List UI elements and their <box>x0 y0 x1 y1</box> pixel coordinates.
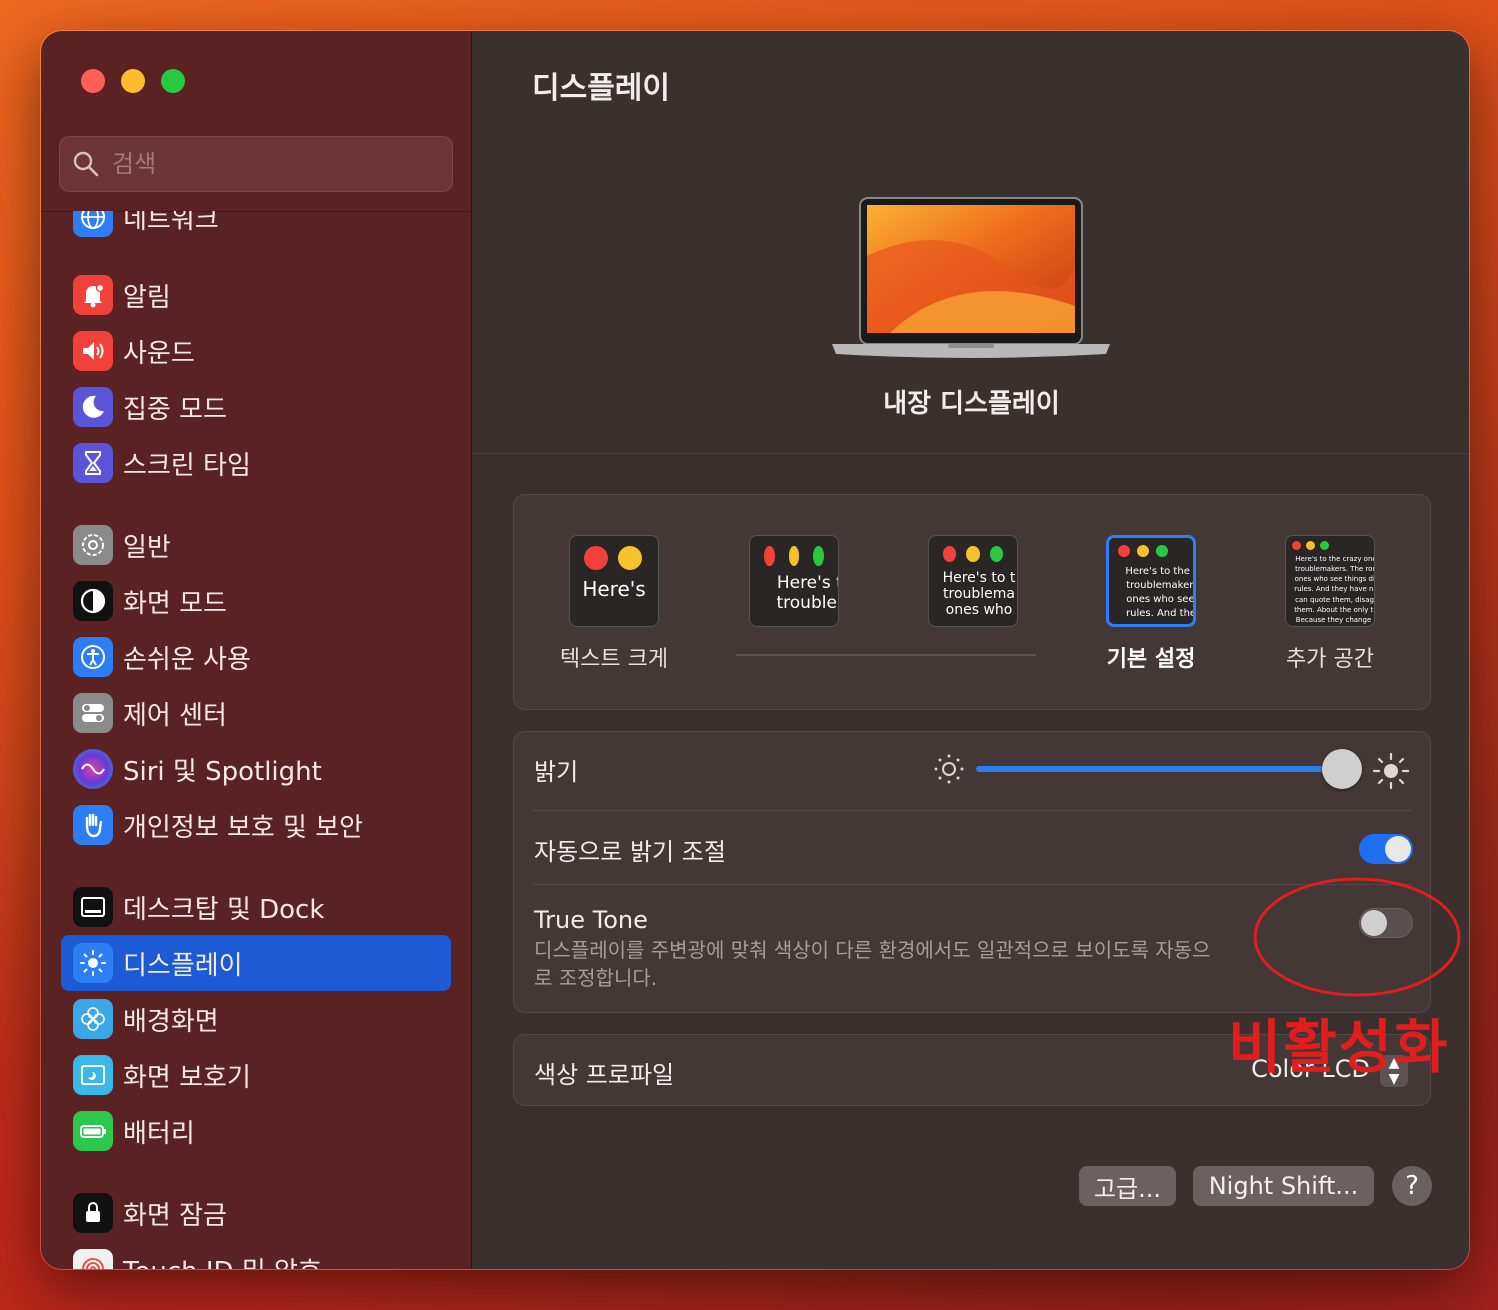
annotation-ellipse <box>1253 877 1461 997</box>
resolution-option-default[interactable]: Here's to the cr troublemakers. ones who… <box>1066 535 1236 673</box>
page-title: 디스플레이 <box>532 71 670 106</box>
sidebar-item-label: 알림 <box>123 282 171 313</box>
sidebar-item-label: 스크린 타임 <box>123 450 251 481</box>
speaker-icon <box>73 331 113 371</box>
sidebar-item-control-center[interactable]: 제어 센터 <box>61 685 451 741</box>
sidebar-item-general[interactable]: 일반 <box>61 517 451 573</box>
brightness-slider-knob[interactable] <box>1322 749 1362 789</box>
fingerprint-icon <box>73 1249 113 1269</box>
settings-window: 네트워크 알림 사운드 집중 모드 <box>40 30 1470 1270</box>
lock-icon <box>73 1193 113 1233</box>
sidebar-item-screen-time[interactable]: 스크린 타임 <box>61 435 451 491</box>
sidebar-item-accessibility[interactable]: 손쉬운 사용 <box>61 629 451 685</box>
sidebar-item-touch-id[interactable]: Touch ID 및 암호 <box>61 1241 451 1270</box>
sidebar-item-label: 개인정보 보호 및 보안 <box>123 812 364 843</box>
sidebar-item-label: 디스플레이 <box>123 950 243 981</box>
sidebar-item-label: Siri 및 Spotlight <box>123 756 322 787</box>
night-shift-button[interactable]: Night Shift... <box>1193 1166 1374 1206</box>
sidebar-item-network[interactable]: 네트워크 <box>61 211 451 245</box>
laptop-icon[interactable] <box>830 196 1112 366</box>
hourglass-icon <box>73 443 113 483</box>
sidebar-item-label: Touch ID 및 암호 <box>123 1251 322 1270</box>
resolution-option-3[interactable]: Here's to t troublema ones who <box>888 535 1058 627</box>
resolution-preview: Here's to troublem <box>749 535 839 627</box>
resolution-preview: Here's <box>569 535 659 627</box>
annotation-label: 비활성화 <box>1228 1013 1450 1081</box>
brightness-low-icon <box>934 754 964 784</box>
sidebar-item-sound[interactable]: 사운드 <box>61 323 451 379</box>
search-box[interactable] <box>59 136 453 192</box>
resolution-panel: Here's 텍스트 크게 Here's to troublem Here's … <box>513 494 1431 710</box>
display-name[interactable]: 내장 디스플레이 <box>472 383 1469 420</box>
sidebar-item-label: 집중 모드 <box>123 394 227 425</box>
sidebar-item-battery[interactable]: 배터리 <box>61 1103 451 1159</box>
gear-icon <box>73 525 113 565</box>
sidebar-item-label: 네트워크 <box>123 211 219 235</box>
sidebar-item-label: 데스크탑 및 Dock <box>123 894 325 925</box>
zoom-button[interactable] <box>161 69 185 93</box>
display-hero: 디스플레이 내장 디스플레이 <box>472 31 1469 454</box>
appearance-icon <box>73 581 113 621</box>
globe-icon <box>73 211 113 237</box>
true-tone-label: True Tone <box>534 906 648 934</box>
sidebar-item-label: 손쉬운 사용 <box>123 644 251 675</box>
sidebar-item-label: 화면 잠금 <box>123 1200 227 1231</box>
advanced-button[interactable]: 고급... <box>1079 1166 1176 1206</box>
auto-brightness-label: 자동으로 밝기 조절 <box>534 838 726 866</box>
sidebar-item-appearance[interactable]: 화면 모드 <box>61 573 451 629</box>
true-tone-description: 디스플레이를 주변광에 맞춰 색상이 다른 환경에서도 일관적으로 보이도록 자… <box>534 938 1211 990</box>
sidebar-item-label: 사운드 <box>123 338 195 369</box>
moon-icon <box>73 387 113 427</box>
resolution-option-larger-text[interactable]: Here's 텍스트 크게 <box>529 535 699 673</box>
sidebar-item-label: 제어 센터 <box>123 700 227 731</box>
sidebar-item-wallpaper[interactable]: 배경화면 <box>61 991 451 1047</box>
resolution-track <box>736 654 1036 656</box>
row-divider <box>532 810 1412 811</box>
dock-icon <box>73 887 113 927</box>
hand-icon <box>73 805 113 845</box>
sidebar-item-label: 배경화면 <box>123 1006 219 1037</box>
search-icon <box>73 151 99 177</box>
sidebar-list: 네트워크 알림 사운드 집중 모드 스크린 타임 일반 화면 모드 손쉬운 사용… <box>41 211 472 1270</box>
brightness-label: 밝기 <box>534 758 579 786</box>
sidebar-item-privacy[interactable]: 개인정보 보호 및 보안 <box>61 797 451 853</box>
resolution-option-more-space[interactable]: Here's to the crazy one troublemakers. T… <box>1245 535 1415 673</box>
window-controls <box>81 69 185 93</box>
resolution-preview: Here's to the cr troublemakers. ones who… <box>1106 535 1196 627</box>
resolution-preview: Here's to t troublema ones who <box>928 535 1018 627</box>
resolution-preview: Here's to the crazy one troublemakers. T… <box>1285 535 1375 627</box>
auto-brightness-toggle[interactable] <box>1359 834 1413 864</box>
minimize-button[interactable] <box>121 69 145 93</box>
help-button[interactable]: ? <box>1392 1166 1432 1206</box>
accessibility-icon <box>73 637 113 677</box>
sidebar-item-displays[interactable]: 디스플레이 <box>61 935 451 991</box>
sidebar-item-lock-screen[interactable]: 화면 잠금 <box>61 1185 451 1241</box>
battery-icon <box>73 1111 113 1151</box>
brightness-slider-track[interactable] <box>976 766 1336 772</box>
bell-icon <box>73 275 113 315</box>
sidebar-item-label: 화면 보호기 <box>123 1062 251 1093</box>
resolution-option-2[interactable]: Here's to troublem <box>709 535 879 627</box>
sidebar: 네트워크 알림 사운드 집중 모드 <box>41 31 472 1269</box>
sidebar-item-notifications[interactable]: 알림 <box>61 267 451 323</box>
flower-icon <box>73 999 113 1039</box>
sidebar-item-label: 화면 모드 <box>123 588 227 619</box>
sidebar-item-focus[interactable]: 집중 모드 <box>61 379 451 435</box>
sidebar-item-label: 배터리 <box>123 1118 195 1149</box>
color-profile-label: 색상 프로파일 <box>534 1061 675 1089</box>
close-button[interactable] <box>81 69 105 93</box>
sun-icon <box>73 943 113 983</box>
sidebar-item-label: 일반 <box>123 532 171 563</box>
screensaver-icon <box>73 1055 113 1095</box>
brightness-high-icon <box>1372 752 1410 790</box>
toggles-icon <box>73 693 113 733</box>
sidebar-item-siri[interactable]: Siri 및 Spotlight <box>61 741 451 797</box>
search-input[interactable] <box>112 150 432 178</box>
sidebar-item-screensaver[interactable]: 화면 보호기 <box>61 1047 451 1103</box>
siri-icon <box>73 749 113 789</box>
sidebar-item-desktop-dock[interactable]: 데스크탑 및 Dock <box>61 879 451 935</box>
